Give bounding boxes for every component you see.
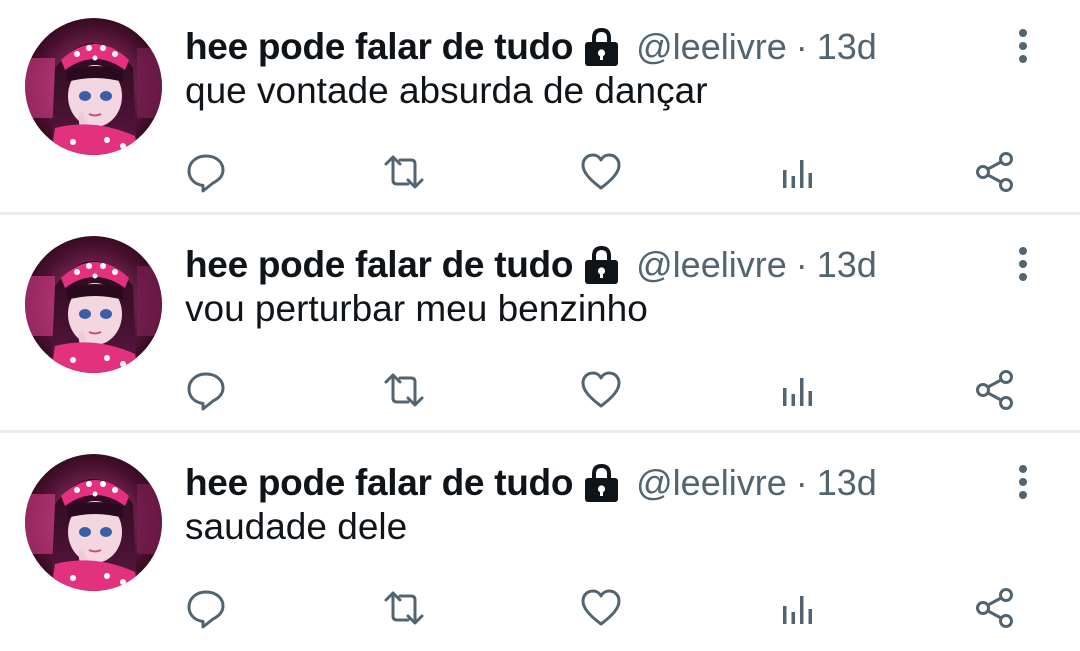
reply-icon[interactable] [184, 150, 228, 194]
display-name[interactable]: hee pode falar de tudo [185, 244, 573, 286]
avatar-image [25, 454, 162, 591]
user-handle[interactable]: @leelivre [636, 26, 787, 68]
retweet-icon[interactable] [382, 586, 426, 630]
tweet-header: hee pode falar de tudo @leelivre · 13d [185, 240, 877, 290]
separator-dot: · [795, 26, 808, 67]
retweet-icon[interactable] [382, 368, 426, 412]
display-name[interactable]: hee pode falar de tudo [185, 26, 573, 68]
like-icon[interactable] [579, 368, 623, 412]
tweet-divider [0, 212, 1080, 215]
retweet-icon[interactable] [382, 150, 426, 194]
share-icon[interactable] [973, 150, 1017, 194]
tweet[interactable]: hee pode falar de tudo @leelivre · 13d s… [0, 436, 1080, 651]
tweet[interactable]: hee pode falar de tudo @leelivre · 13d q… [0, 0, 1080, 215]
timestamp[interactable]: 13d [817, 26, 877, 68]
reply-icon[interactable] [184, 586, 228, 630]
tweet-text: saudade dele [185, 506, 408, 547]
tweet-text: vou perturbar meu benzinho [185, 288, 648, 329]
separator-dot: · [795, 462, 808, 503]
lock-icon [583, 27, 620, 67]
lock-icon [583, 245, 620, 285]
reply-icon[interactable] [184, 368, 228, 412]
lock-icon [583, 463, 620, 503]
tweet-header: hee pode falar de tudo @leelivre · 13d [185, 22, 877, 72]
like-icon[interactable] [579, 586, 623, 630]
avatar[interactable] [25, 236, 162, 373]
share-icon[interactable] [973, 368, 1017, 412]
tweet-header: hee pode falar de tudo @leelivre · 13d [185, 458, 877, 508]
more-icon[interactable] [1010, 246, 1036, 282]
tweet[interactable]: hee pode falar de tudo @leelivre · 13d v… [0, 218, 1080, 433]
user-handle[interactable]: @leelivre [636, 244, 787, 286]
tweet-text: que vontade absurda de dançar [185, 70, 708, 111]
analytics-icon[interactable] [776, 586, 820, 630]
analytics-icon[interactable] [776, 368, 820, 412]
avatar[interactable] [25, 454, 162, 591]
tweet-divider [0, 430, 1080, 433]
separator-dot: · [795, 244, 808, 285]
user-handle[interactable]: @leelivre [636, 462, 787, 504]
more-icon[interactable] [1010, 464, 1036, 500]
display-name[interactable]: hee pode falar de tudo [185, 462, 573, 504]
avatar-image [25, 18, 162, 155]
more-icon[interactable] [1010, 28, 1036, 64]
share-icon[interactable] [973, 586, 1017, 630]
avatar-image [25, 236, 162, 373]
like-icon[interactable] [579, 150, 623, 194]
timestamp[interactable]: 13d [817, 462, 877, 504]
avatar[interactable] [25, 18, 162, 155]
analytics-icon[interactable] [776, 150, 820, 194]
timestamp[interactable]: 13d [817, 244, 877, 286]
